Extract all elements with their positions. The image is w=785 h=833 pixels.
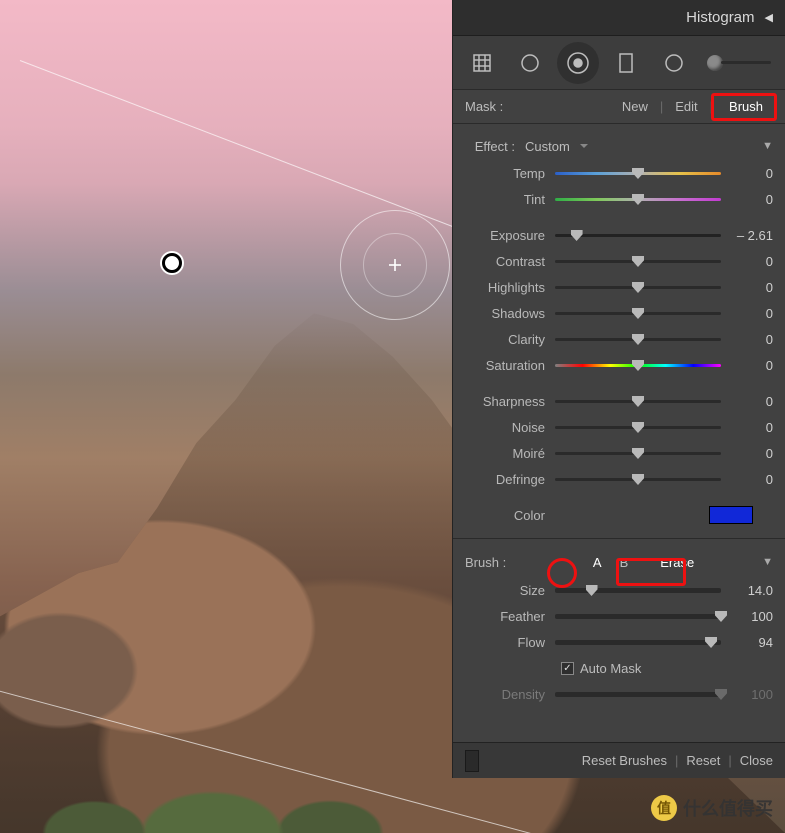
effect-label: Effect : (465, 139, 525, 154)
tint-row: Tint 0 (465, 186, 773, 212)
before-after-toggle[interactable] (465, 750, 479, 772)
automask-checkbox[interactable] (561, 662, 574, 675)
panel-footer: Reset Brushes | Reset | Close (453, 742, 785, 778)
moire-row: Moiré 0 (465, 440, 773, 466)
noise-slider[interactable] (555, 420, 721, 434)
saturation-slider[interactable] (555, 358, 721, 372)
reset-brushes-button[interactable]: Reset Brushes (582, 753, 667, 768)
shadows-row: Shadows 0 (465, 300, 773, 326)
brush-a-button[interactable]: A (593, 555, 602, 570)
close-button[interactable]: Close (740, 753, 773, 768)
tint-slider[interactable] (555, 192, 721, 206)
watermark-text: 什么值得买 (683, 795, 773, 821)
highlights-row: Highlights 0 (465, 274, 773, 300)
develop-panel: Histogram ◀ Mask : (452, 0, 785, 778)
saturation-row: Saturation 0 (465, 352, 773, 378)
photo-foliage (0, 683, 471, 833)
sharpness-slider[interactable] (555, 394, 721, 408)
automask-label: Auto Mask (580, 661, 641, 676)
exposure-slider[interactable] (555, 228, 721, 242)
mask-brush-button[interactable]: Brush (719, 95, 773, 118)
graduated-filter-tool-icon[interactable] (563, 48, 593, 78)
histogram-title: Histogram (686, 9, 754, 26)
noise-row: Noise 0 (465, 414, 773, 440)
feather-row: Feather 100 (465, 603, 773, 629)
clarity-slider[interactable] (555, 332, 721, 346)
tool-strip (453, 36, 785, 90)
highlights-slider[interactable] (555, 280, 721, 294)
temp-row: Temp 0 (465, 160, 773, 186)
brush-erase-button[interactable]: Erase (660, 555, 694, 570)
automask-row: Auto Mask (465, 655, 773, 681)
watermark: 值 什么值得买 (651, 795, 773, 821)
brush-label: Brush : (465, 555, 525, 570)
mask-new-button[interactable]: New (616, 95, 654, 118)
brush-tool-icon[interactable] (659, 48, 689, 78)
shadows-slider[interactable] (555, 306, 721, 320)
radial-filter-tool-icon[interactable] (611, 48, 641, 78)
disclosure-icon[interactable]: ▼ (762, 140, 773, 152)
temp-slider[interactable] (555, 166, 721, 180)
defringe-slider[interactable] (555, 472, 721, 486)
color-swatch[interactable] (709, 506, 753, 524)
flow-slider[interactable] (555, 635, 721, 649)
collapse-icon[interactable]: ◀ (765, 11, 773, 24)
density-slider (555, 687, 721, 701)
exposure-row: Exposure – 2.61 (465, 222, 773, 248)
flow-row: Flow 94 (465, 629, 773, 655)
effect-section: Effect : Custom ▼ Temp 0 Tint 0 Exposure (453, 124, 785, 539)
density-row: Density 100 (465, 681, 773, 707)
adjustment-pin[interactable] (162, 253, 182, 273)
histogram-header[interactable]: Histogram ◀ (453, 0, 785, 36)
chevron-down-icon (580, 144, 588, 152)
sharpness-row: Sharpness 0 (465, 388, 773, 414)
range-mask-tool[interactable] (707, 55, 771, 71)
reset-button[interactable]: Reset (686, 753, 720, 768)
crop-tool-icon[interactable] (467, 48, 497, 78)
contrast-slider[interactable] (555, 254, 721, 268)
contrast-row: Contrast 0 (465, 248, 773, 274)
spot-tool-icon[interactable] (515, 48, 545, 78)
mask-label: Mask : (465, 99, 503, 114)
brush-cursor (340, 210, 450, 320)
brush-b-button[interactable]: B (620, 555, 629, 570)
effect-preset-dropdown[interactable]: Custom (525, 139, 588, 154)
moire-slider[interactable] (555, 446, 721, 460)
brush-section: Brush : A B Erase ▼ Size 14.0 Feather 10… (453, 539, 785, 757)
disclosure-icon[interactable]: ▼ (762, 556, 773, 568)
mask-edit-button[interactable]: Edit (669, 95, 703, 118)
image-canvas[interactable]: Histogram ◀ Mask : (0, 0, 785, 833)
watermark-badge: 值 (651, 795, 677, 821)
defringe-row: Defringe 0 (465, 466, 773, 492)
color-row: Color (465, 502, 773, 528)
size-slider[interactable] (555, 583, 721, 597)
size-row: Size 14.0 (465, 577, 773, 603)
mask-mode-row: Mask : New | Edit | Brush (453, 90, 785, 124)
feather-slider[interactable] (555, 609, 721, 623)
clarity-row: Clarity 0 (465, 326, 773, 352)
